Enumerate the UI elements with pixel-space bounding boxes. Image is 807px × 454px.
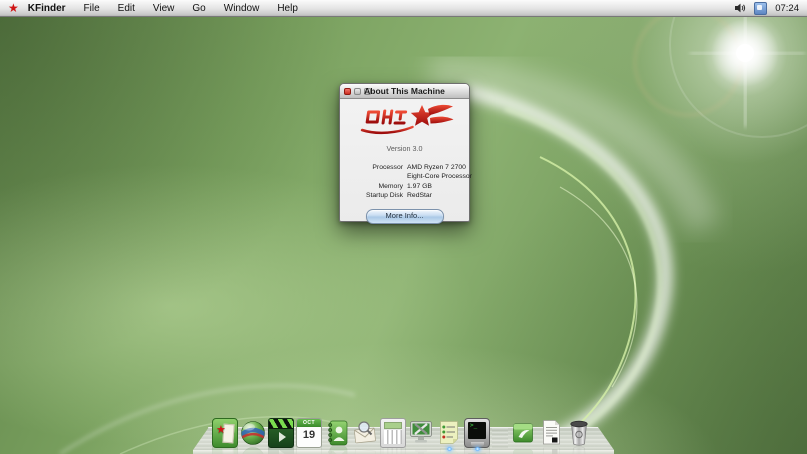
address-book-icon [324, 418, 350, 448]
notes-checklist-icon [436, 418, 462, 448]
calculator-keys [384, 430, 402, 444]
menu-kfinder[interactable]: KFinder [28, 0, 75, 17]
dock-separator [492, 428, 508, 448]
redstar-logo [356, 102, 454, 140]
machine-specs: Processor AMD Ryzen 7 2700 Eight-Core Pr… [340, 163, 469, 201]
menu-window[interactable]: Window [215, 0, 269, 17]
clapperboard-stripes [269, 419, 293, 429]
play-icon [279, 432, 286, 442]
dock-icon-terminal[interactable]: >_ [464, 418, 490, 448]
menu-view[interactable]: View [144, 0, 184, 17]
dock-icon-calendar[interactable]: OCT 19 [296, 418, 322, 448]
dock-shelf-front [193, 450, 614, 454]
dock-icon-movies[interactable] [268, 418, 294, 448]
menu-go[interactable]: Go [183, 0, 214, 17]
menu-bar: ★ KFinder File Edit View Go Window Help … [0, 0, 807, 17]
volume-icon[interactable] [734, 3, 747, 13]
dock-icon-mail-search[interactable] [352, 418, 378, 448]
mail-search-icon [352, 418, 378, 448]
spec-label [340, 172, 403, 181]
window-title: About This Machine [340, 85, 469, 98]
dock-icon-text-editor[interactable] [538, 418, 564, 448]
green-package-icon [510, 418, 536, 448]
menubar-clock[interactable]: 07:24 [774, 3, 799, 14]
calendar-month: OCT [297, 419, 321, 427]
dock-icon-kfinder[interactable]: ★ [212, 418, 238, 448]
spec-value: 1.97 GB [407, 182, 472, 191]
spec-label: Memory [340, 182, 403, 191]
spec-value: Eight-Core Processor [407, 172, 472, 181]
menu-help[interactable]: Help [268, 0, 307, 17]
spec-value: RedStar [407, 191, 472, 200]
terminal-base [471, 442, 484, 446]
red-star-menu-icon[interactable]: ★ [0, 0, 28, 17]
dock-icon-system-utilities[interactable] [408, 418, 434, 448]
menu-file[interactable]: File [75, 0, 109, 17]
dock-icon-software-installer[interactable] [510, 418, 536, 448]
text-document-icon [538, 418, 564, 448]
globe-icon [240, 418, 266, 448]
running-indicator-notes [447, 447, 452, 451]
desktop-screen: ★ KFinder File Edit View Go Window Help … [0, 0, 807, 454]
calendar-day: 19 [297, 427, 321, 443]
dock-icon-web-browser[interactable] [240, 418, 266, 448]
dock-icon-trash[interactable] [566, 418, 592, 448]
about-window-content: Version 3.0 Processor AMD Ryzen 7 2700 E… [340, 99, 469, 224]
running-indicator-terminal [475, 447, 480, 451]
dock: ★ OCT 19 [212, 416, 592, 448]
spec-label: Startup Disk [340, 191, 403, 200]
spec-label: Processor [340, 163, 403, 172]
utilities-monitor-icon [408, 418, 434, 448]
menu-edit[interactable]: Edit [109, 0, 144, 17]
input-method-icon[interactable] [754, 2, 767, 15]
terminal-screen: >_ [468, 422, 486, 439]
dock-icon-calculator[interactable] [380, 418, 406, 448]
about-this-machine-window: About This Machine Version 3.0 Processor [339, 83, 470, 222]
red-star-icon: ★ [216, 425, 226, 436]
dock-icon-notes[interactable] [436, 418, 462, 448]
more-info-button[interactable]: More Info... [366, 209, 444, 224]
calculator-display [384, 422, 402, 429]
os-version: Version 3.0 [340, 144, 469, 153]
window-titlebar[interactable]: About This Machine [340, 84, 469, 99]
spec-value: AMD Ryzen 7 2700 [407, 163, 472, 172]
trash-can-icon [566, 418, 592, 448]
dock-icon-address-book[interactable] [324, 418, 350, 448]
